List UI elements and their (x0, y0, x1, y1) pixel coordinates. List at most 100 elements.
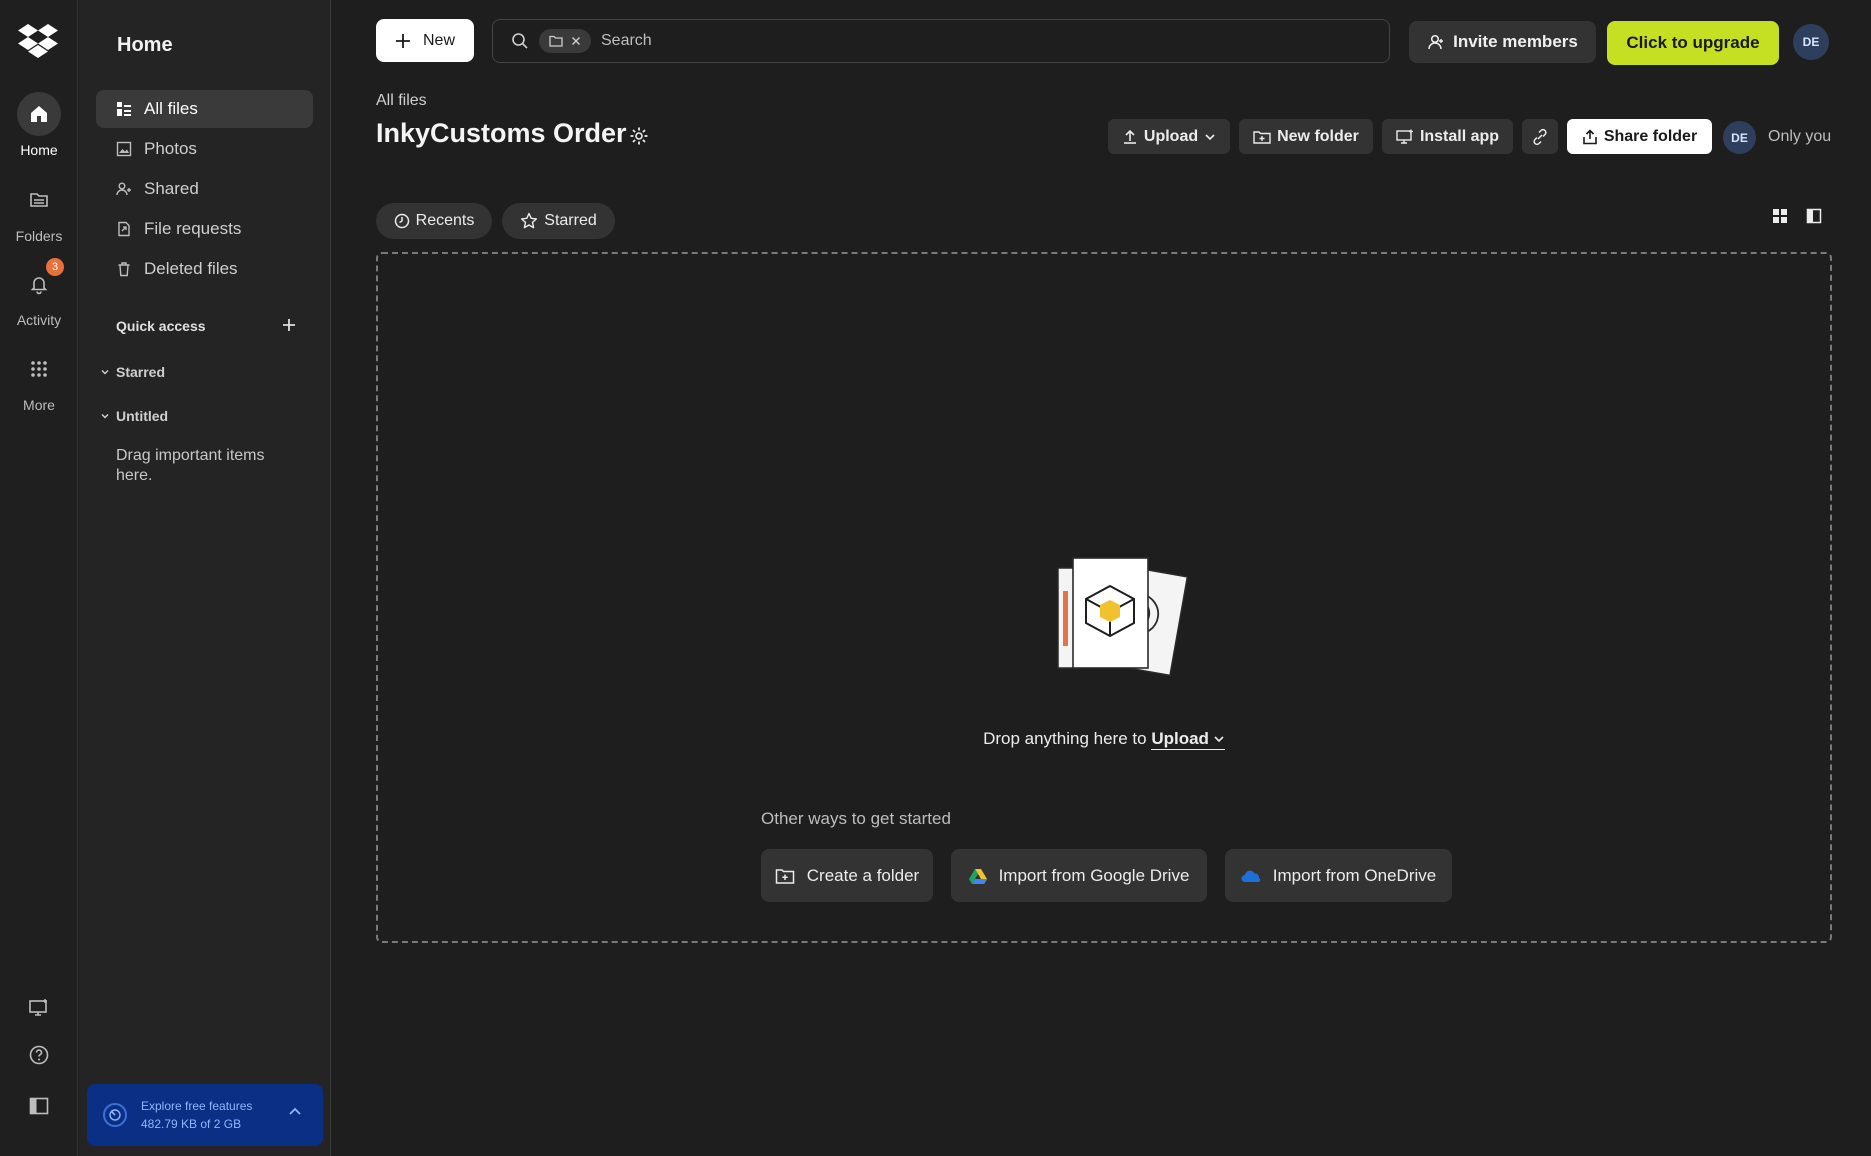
side-panel: Home All files Photos Shared File reques… (79, 0, 331, 1156)
drop-instruction: Drop anything here to Upload (378, 729, 1830, 750)
avatar-initials: DE (1802, 35, 1820, 49)
folder-icon (28, 189, 50, 211)
add-quick-access-button[interactable] (278, 314, 300, 336)
rail-item-home[interactable]: Home (0, 92, 78, 158)
upgrade-label: Click to upgrade (1626, 33, 1760, 52)
chevron-up-icon[interactable] (287, 1104, 303, 1120)
file-request-icon (116, 221, 132, 237)
recents-filter[interactable]: Recents (376, 203, 492, 239)
new-button[interactable]: New (376, 19, 474, 62)
account-avatar[interactable]: DE (1793, 24, 1829, 60)
breadcrumb[interactable]: All files (376, 92, 427, 110)
trash-icon (116, 261, 132, 277)
upgrade-button[interactable]: Click to upgrade (1607, 21, 1779, 65)
storage-usage: 482.79 KB of 2 GB (141, 1117, 242, 1131)
files-icon (116, 101, 132, 117)
group-label: Starred (116, 364, 166, 380)
import-onedrive-button[interactable]: Import from OneDrive (1225, 849, 1452, 902)
chevron-down-icon (100, 411, 110, 421)
new-folder-icon (1253, 129, 1271, 145)
invite-members-button[interactable]: Invite members (1409, 21, 1596, 63)
install-app-label: Install app (1419, 127, 1500, 145)
nav-item-all-files[interactable]: All files (96, 90, 313, 128)
link-icon (1532, 128, 1548, 146)
recents-label: Recents (415, 212, 475, 229)
group-starred[interactable]: Starred (100, 364, 165, 380)
invite-label: Invite members (1453, 32, 1578, 51)
install-app-button[interactable]: Install app (1382, 119, 1513, 154)
group-untitled[interactable]: Untitled (100, 408, 168, 424)
import-google-drive-button[interactable]: Import from Google Drive (951, 849, 1207, 902)
bell-icon (28, 273, 50, 295)
plus-icon (395, 33, 411, 49)
drop-prefix: Drop anything here to (983, 729, 1147, 748)
drag-hint: Drag important items here. (116, 447, 265, 484)
nav-item-file-requests[interactable]: File requests (96, 210, 313, 248)
panel-title: Home (117, 34, 173, 56)
notification-badge: 3 (46, 258, 64, 276)
gear-icon[interactable] (629, 126, 649, 146)
share-icon (1582, 128, 1598, 145)
close-icon[interactable] (571, 36, 581, 46)
chevron-down-icon (100, 367, 110, 377)
nav-label: Deleted files (144, 259, 238, 278)
google-drive-label: Import from Google Drive (998, 865, 1190, 885)
member-avatar[interactable]: DE (1723, 121, 1756, 154)
upload-link-label: Upload (1151, 729, 1209, 748)
desktop-icon[interactable] (24, 993, 54, 1023)
grid-icon (29, 359, 49, 379)
starred-label: Starred (544, 212, 597, 229)
rail-item-activity[interactable]: 3 Activity (0, 258, 78, 328)
group-label: Untitled (116, 408, 169, 424)
grid-view-icon[interactable] (1769, 205, 1791, 227)
search-scope-chip[interactable] (539, 29, 591, 53)
quick-access-heading: Quick access (116, 318, 206, 334)
upload-illustration-icon (1050, 556, 1190, 681)
star-icon (520, 212, 538, 230)
details-panel-icon[interactable] (1803, 205, 1825, 227)
chevron-down-icon (1213, 733, 1225, 745)
nav-item-shared[interactable]: Shared (96, 170, 313, 208)
desktop-icon (1396, 129, 1414, 145)
new-folder-label: New folder (1277, 127, 1359, 145)
plus-icon (282, 318, 296, 332)
chevron-down-icon (1204, 131, 1216, 143)
upload-dropdown[interactable]: Upload (1151, 729, 1225, 750)
sidebar-toggle-icon[interactable] (24, 1091, 54, 1121)
help-icon[interactable] (24, 1040, 54, 1070)
rail-label: Folders (15, 228, 63, 244)
add-person-icon (1427, 33, 1445, 51)
share-folder-label: Share folder (1603, 127, 1698, 145)
home-icon (28, 103, 50, 125)
new-folder-icon (775, 867, 795, 885)
clock-icon (394, 213, 410, 229)
explore-title: Explore free features (141, 1099, 253, 1113)
search-bar (492, 19, 1390, 63)
create-folder-button[interactable]: Create a folder (761, 849, 933, 902)
rail-item-more[interactable]: More (0, 347, 78, 413)
explore-features-card[interactable]: Explore free features 482.79 KB of 2 GB (87, 1084, 323, 1146)
other-ways-heading: Other ways to get started (761, 809, 951, 828)
nav-label: Shared (144, 179, 199, 198)
starred-filter[interactable]: Starred (502, 203, 615, 239)
share-folder-button[interactable]: Share folder (1567, 119, 1712, 154)
search-input[interactable] (601, 32, 1301, 50)
new-label: New (422, 31, 455, 49)
folder-icon (549, 35, 563, 47)
copy-link-button[interactable] (1522, 119, 1558, 154)
rail-label: Activity (16, 312, 62, 328)
nav-label: File requests (144, 219, 242, 238)
new-folder-button[interactable]: New folder (1239, 119, 1373, 154)
nav-label: All files (144, 99, 198, 118)
upload-icon (1122, 129, 1138, 145)
nav-item-deleted-files[interactable]: Deleted files (96, 250, 313, 288)
onedrive-icon (1241, 869, 1261, 883)
upload-button[interactable]: Upload (1108, 119, 1230, 154)
dropbox-logo-icon[interactable] (18, 22, 58, 58)
nav-item-photos[interactable]: Photos (96, 130, 313, 168)
rail-item-folders[interactable]: Folders (0, 178, 78, 244)
left-rail: Home Folders 3 Activity More (0, 0, 78, 1156)
drop-zone[interactable]: Drop anything here to Upload Other ways … (376, 252, 1832, 943)
upload-label: Upload (1143, 127, 1199, 145)
google-drive-icon (968, 868, 987, 884)
